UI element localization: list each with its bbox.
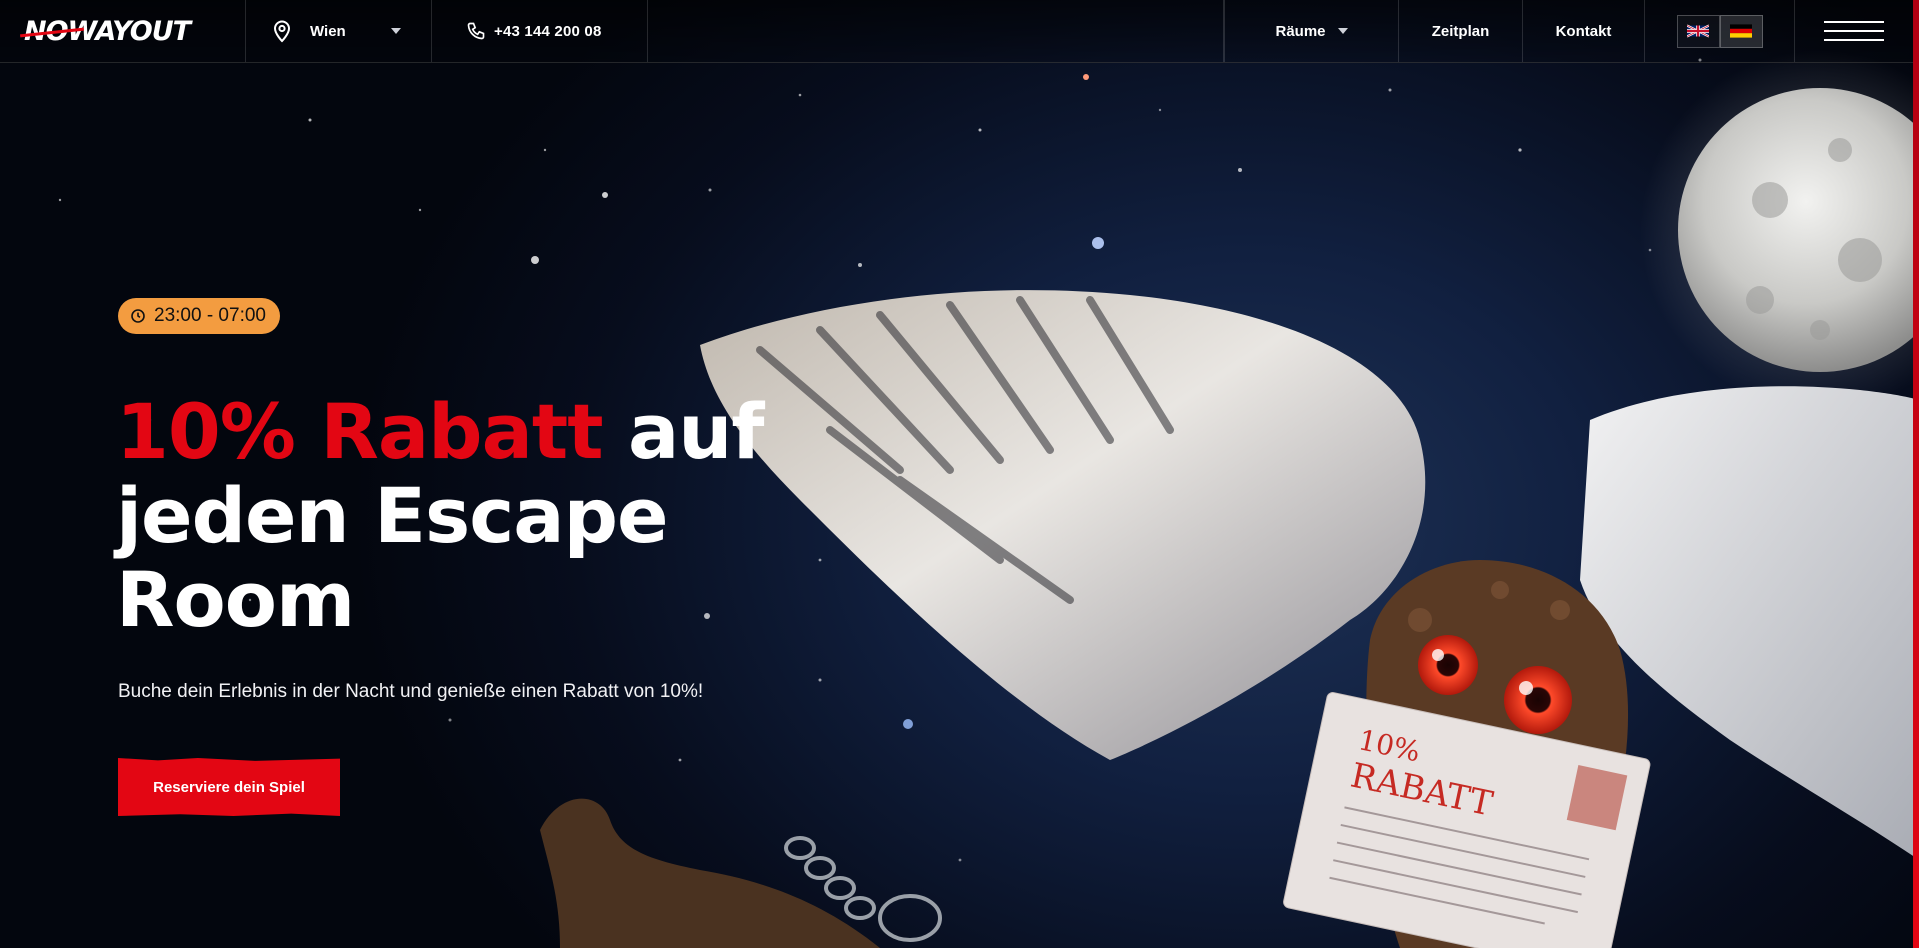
phone-number: +43 144 200 08 xyxy=(494,22,602,40)
city-selector[interactable]: Wien xyxy=(246,0,432,62)
hero-headline: 10% Rabatt auf jeden Escape Room xyxy=(116,390,876,642)
language-en-button[interactable] xyxy=(1676,14,1720,48)
headline-highlight: 10% Rabatt xyxy=(116,387,604,476)
logo: NOWAYOUT xyxy=(20,16,191,47)
rooms-menu[interactable]: Räume xyxy=(1224,0,1399,62)
hours-badge: 23:00 - 07:00 xyxy=(118,298,280,334)
language-de-button[interactable] xyxy=(1719,14,1763,48)
schedule-link[interactable]: Zeitplan xyxy=(1399,0,1523,62)
phone-link[interactable]: +43 144 200 08 xyxy=(432,0,648,62)
clock-icon xyxy=(131,309,145,323)
logo-link[interactable]: NOWAYOUT xyxy=(0,0,246,62)
hamburger-icon xyxy=(1824,21,1884,41)
menu-button[interactable] xyxy=(1795,0,1913,62)
contact-label: Kontakt xyxy=(1555,22,1612,40)
city-label: Wien xyxy=(310,22,346,40)
uk-flag-icon xyxy=(1687,24,1709,38)
page-edge-accent xyxy=(1913,0,1919,948)
owl-right-eye xyxy=(1504,666,1572,734)
language-switcher xyxy=(1645,0,1795,62)
chevron-down-icon xyxy=(391,28,401,34)
owl-left-eye xyxy=(1418,635,1478,695)
chevron-down-icon xyxy=(1337,28,1348,34)
reserve-button[interactable]: Reserviere dein Spiel xyxy=(118,758,340,816)
location-pin-icon xyxy=(273,20,291,43)
germany-flag-icon xyxy=(1730,24,1752,38)
contact-link[interactable]: Kontakt xyxy=(1523,0,1645,62)
phone-icon xyxy=(467,22,485,40)
hero-subtitle: Buche dein Erlebnis in der Nacht und gen… xyxy=(118,681,704,702)
nav-spacer xyxy=(648,0,1224,62)
schedule-label: Zeitplan xyxy=(1431,22,1490,40)
hours-text: 23:00 - 07:00 xyxy=(154,305,266,326)
rooms-label: Räume xyxy=(1275,22,1326,40)
top-navigation: NOWAYOUT Wien +43 144 200 08 Räume Zeitp… xyxy=(0,0,1913,63)
reserve-button-label: Reserviere dein Spiel xyxy=(153,778,305,796)
